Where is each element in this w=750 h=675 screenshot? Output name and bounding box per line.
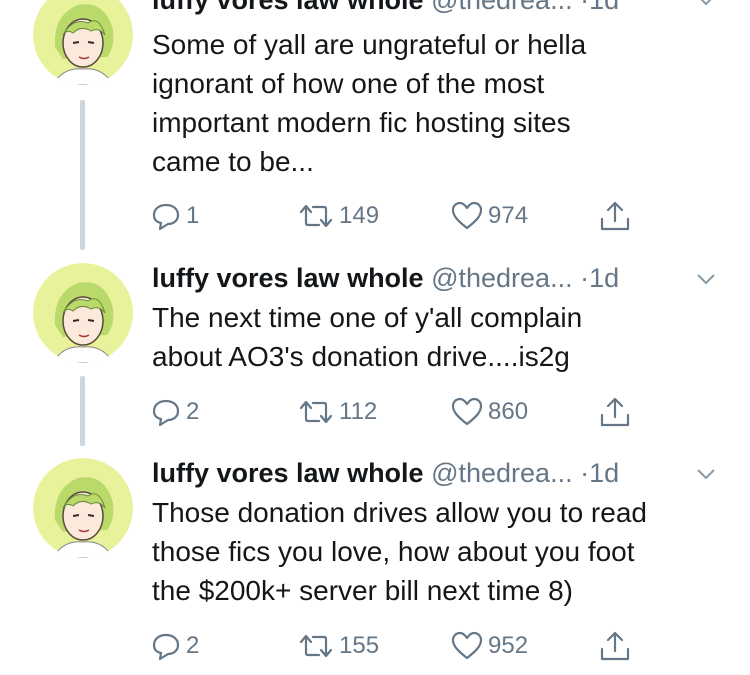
user-handle[interactable]: @thedrea... xyxy=(431,263,573,293)
tweet-2[interactable]: luffy vores law whole @thedrea... ·1d Th… xyxy=(0,258,750,453)
thread-line xyxy=(80,100,85,250)
like-count: 860 xyxy=(488,398,529,425)
reply-button[interactable]: 2 xyxy=(150,626,199,666)
chevron-down-icon[interactable] xyxy=(694,462,718,486)
retweet-icon xyxy=(297,396,339,428)
tweet-text: Those donation drives allow you to read … xyxy=(152,497,647,606)
display-name[interactable]: luffy vores law whole xyxy=(152,263,424,293)
retweet-count: 149 xyxy=(339,202,380,229)
separator-dot: · xyxy=(580,458,590,488)
retweet-icon xyxy=(297,630,339,662)
share-icon xyxy=(598,395,636,429)
display-name[interactable]: luffy vores law whole xyxy=(152,0,424,15)
reply-icon xyxy=(150,630,186,662)
reply-icon xyxy=(150,200,186,232)
retweet-count: 112 xyxy=(339,398,378,425)
avatar[interactable] xyxy=(33,0,133,85)
tweet-text: The next time one of y'all complain abou… xyxy=(152,302,583,372)
like-count: 974 xyxy=(488,202,529,229)
timestamp[interactable]: 1d xyxy=(589,263,619,293)
heart-icon xyxy=(450,200,488,232)
share-button[interactable] xyxy=(598,392,636,432)
timestamp[interactable]: 1d xyxy=(589,0,619,15)
retweet-button[interactable]: 112 xyxy=(297,392,377,432)
share-button[interactable] xyxy=(598,196,636,236)
retweet-icon xyxy=(297,200,339,232)
user-handle[interactable]: @thedrea... xyxy=(431,0,573,15)
retweet-button[interactable]: 155 xyxy=(297,626,379,666)
reply-button[interactable]: 1 xyxy=(150,196,199,236)
retweet-button[interactable]: 149 xyxy=(297,196,379,236)
share-button[interactable] xyxy=(598,626,636,666)
tweet-text: Some of yall are ungrateful or hella ign… xyxy=(152,29,587,177)
reply-count: 1 xyxy=(186,202,200,229)
timestamp[interactable]: 1d xyxy=(589,458,619,488)
user-handle[interactable]: @thedrea... xyxy=(431,458,573,488)
thread-line xyxy=(80,376,85,446)
tweet-header: luffy vores law whole @thedrea... ·1d xyxy=(152,0,619,20)
like-count: 952 xyxy=(488,632,529,659)
tweet-3[interactable]: luffy vores law whole @thedrea... ·1d Th… xyxy=(0,453,750,675)
tweet-header: luffy vores law whole @thedrea... ·1d xyxy=(152,453,619,493)
avatar[interactable] xyxy=(33,263,133,363)
avatar[interactable] xyxy=(33,458,133,558)
reply-count: 2 xyxy=(186,398,200,425)
like-button[interactable]: 860 xyxy=(450,392,528,432)
reply-icon xyxy=(150,396,186,428)
tweet-header: luffy vores law whole @thedrea... ·1d xyxy=(152,258,619,298)
retweet-count: 155 xyxy=(339,632,380,659)
chevron-down-icon[interactable] xyxy=(694,0,718,12)
separator-dot: · xyxy=(580,0,590,15)
reply-count: 2 xyxy=(186,632,200,659)
display-name[interactable]: luffy vores law whole xyxy=(152,458,424,488)
like-button[interactable]: 974 xyxy=(450,196,528,236)
share-icon xyxy=(598,629,636,663)
separator-dot: · xyxy=(580,263,590,293)
heart-icon xyxy=(450,396,488,428)
chevron-down-icon[interactable] xyxy=(694,267,718,291)
like-button[interactable]: 952 xyxy=(450,626,528,666)
heart-icon xyxy=(450,630,488,662)
share-icon xyxy=(598,199,636,233)
reply-button[interactable]: 2 xyxy=(150,392,199,432)
tweet-1[interactable]: luffy vores law whole @thedrea... ·1d So… xyxy=(0,0,750,255)
